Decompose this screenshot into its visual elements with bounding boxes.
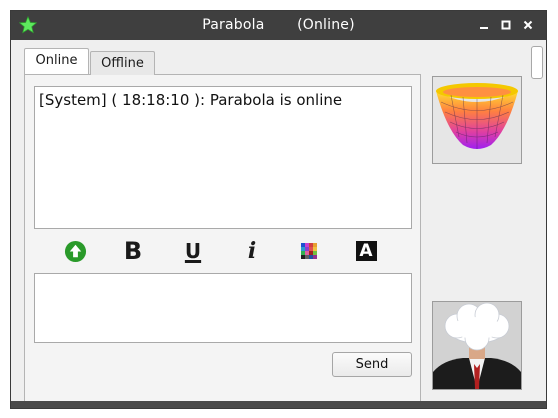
person-with-cloud-image — [433, 302, 521, 389]
underline-button[interactable]: U — [181, 239, 205, 263]
close-icon — [523, 20, 533, 30]
window-bottom-border — [11, 401, 546, 408]
tab-offline[interactable]: Offline — [90, 51, 155, 75]
window-title-name: Parabola — [202, 17, 265, 33]
self-avatar — [432, 301, 522, 390]
bold-button[interactable]: B — [121, 239, 145, 263]
message-input[interactable] — [34, 273, 412, 343]
chat-window: Parabola (Online) Online Offline [System… — [11, 11, 546, 408]
maximize-button[interactable] — [498, 17, 514, 33]
window-title: Parabola (Online) — [11, 17, 546, 33]
italic-button[interactable]: i — [240, 239, 264, 263]
minimize-button[interactable] — [476, 17, 492, 33]
font-button[interactable]: A — [354, 239, 378, 263]
minimize-icon — [480, 27, 488, 29]
title-bar[interactable]: Parabola (Online) — [11, 11, 546, 40]
tab-online[interactable]: Online — [24, 48, 89, 74]
chat-history[interactable]: [System] ( 18:18:10 ): Parabola is onlin… — [34, 86, 412, 229]
parabola-surface-image — [433, 77, 521, 163]
scrollbar-thumb[interactable] — [531, 46, 543, 79]
peer-avatar — [432, 76, 522, 164]
maximize-icon — [501, 20, 511, 30]
send-button[interactable]: Send — [332, 352, 412, 377]
font-icon: A — [355, 241, 377, 261]
chat-message: [System] ( 18:18:10 ): Parabola is onlin… — [39, 91, 343, 109]
close-button[interactable] — [520, 17, 536, 33]
send-file-button[interactable] — [63, 239, 87, 263]
color-button[interactable] — [297, 239, 321, 263]
color-palette-icon — [301, 243, 317, 259]
window-title-status: (Online) — [297, 17, 355, 33]
upload-arrow-icon — [64, 240, 86, 262]
